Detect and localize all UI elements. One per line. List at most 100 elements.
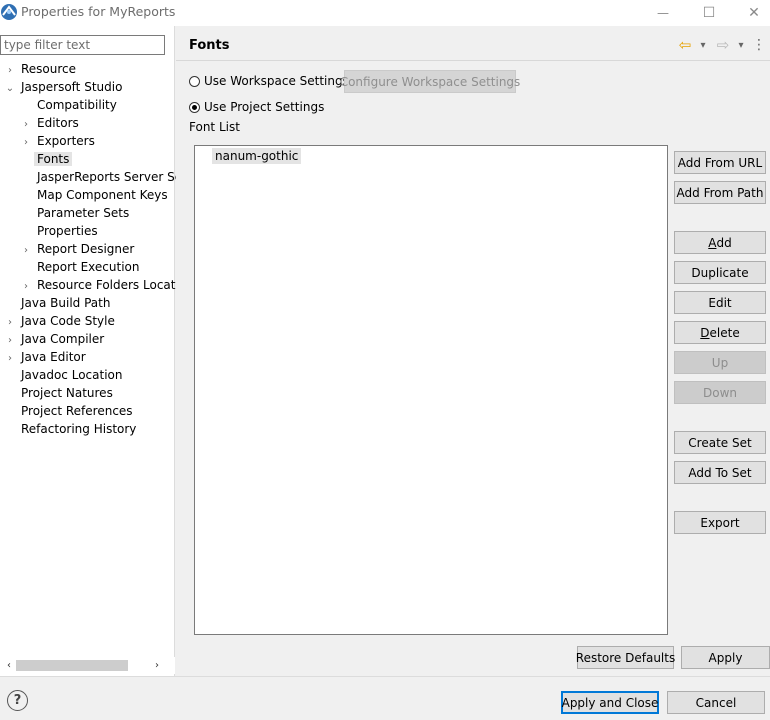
tree-horizontal-scrollbar[interactable]: ‹ › [0, 657, 175, 674]
duplicate-button[interactable]: Duplicate [674, 261, 766, 284]
tree-item[interactable]: › Resource [0, 60, 177, 78]
maximize-button[interactable]: ☐ [686, 0, 732, 26]
header-separator [176, 60, 770, 61]
close-icon: ✕ [748, 5, 760, 21]
chevron-right-icon[interactable]: › [18, 134, 34, 150]
chevron-right-icon[interactable]: › [2, 314, 18, 330]
cancel-button[interactable]: Cancel [667, 691, 765, 714]
chevron-right-icon[interactable]: › [2, 62, 18, 78]
tree-item-label: Fonts [34, 152, 73, 166]
minimize-icon: — [657, 6, 669, 20]
apply-and-close-button[interactable]: Apply and Close [561, 691, 659, 714]
use-workspace-settings-label: Use Workspace Settings [204, 74, 349, 88]
radio-off-icon [189, 75, 200, 87]
down-button[interactable]: Down [674, 381, 766, 404]
tree-item[interactable]: Javadoc Location [0, 366, 177, 384]
tree-item-label: Java Build Path [21, 296, 111, 310]
font-list[interactable]: nanum-gothic [194, 145, 668, 635]
delete-label: elete [709, 325, 740, 340]
tree-item-label: Editors [37, 116, 79, 130]
tree-item-label: Properties [37, 224, 98, 238]
tree-item[interactable]: Project Natures [0, 384, 177, 402]
tree-item-label: JasperReports Server Set [37, 170, 187, 184]
use-project-settings-label: Use Project Settings [204, 100, 325, 114]
tree-item-label: Resource Folders Locatic [37, 278, 186, 292]
scroll-right-arrow-icon[interactable]: › [150, 657, 164, 674]
tree-item[interactable]: Map Component Keys [0, 186, 193, 204]
chevron-right-icon[interactable]: › [18, 278, 34, 294]
tree-item[interactable]: Project References [0, 402, 177, 420]
chevron-down-icon[interactable]: ⌄ [2, 80, 18, 96]
font-list-item[interactable]: nanum-gothic [212, 148, 302, 164]
apply-button[interactable]: Apply [681, 646, 770, 669]
tree-item[interactable]: Report Execution [0, 258, 193, 276]
tree-item[interactable]: Parameter Sets [0, 204, 193, 222]
tree-item[interactable]: › Exporters [0, 132, 193, 150]
tree-item-label: Jaspersoft Studio [21, 80, 123, 94]
tree-item-label: Java Code Style [21, 314, 115, 328]
add-button[interactable]: Add [674, 231, 766, 254]
delete-button[interactable]: Delete [674, 321, 766, 344]
back-arrow-icon[interactable]: ⇦ [676, 36, 694, 54]
add-from-url-button[interactable]: Add From URL [674, 151, 766, 174]
delete-mnemonic: D [700, 325, 710, 340]
add-mnemonic: A [708, 235, 717, 250]
preference-tree: › Resource ⌄ Jaspersoft Studio Compatibility… [0, 60, 193, 438]
page-title: Fonts [189, 38, 230, 53]
use-workspace-settings-radio[interactable]: Use Workspace Settings [189, 72, 349, 90]
tree-item[interactable]: Properties [0, 222, 193, 240]
tree-item[interactable]: JasperReports Server Set [0, 168, 193, 186]
maximize-icon: ☐ [702, 5, 716, 21]
tree-item[interactable]: Compatibility [0, 96, 193, 114]
tree-item[interactable]: › Report Designer [0, 240, 193, 258]
tree-item-label: Javadoc Location [21, 368, 123, 382]
tree-item[interactable]: › Java Editor [0, 348, 177, 366]
window-title: Properties for MyReports [21, 4, 176, 19]
back-menu-icon[interactable]: ▾ [697, 36, 709, 54]
restore-defaults-button[interactable]: Restore Defaults [576, 646, 675, 669]
help-icon[interactable]: ? [7, 690, 28, 711]
scroll-left-arrow-icon[interactable]: ‹ [2, 657, 16, 674]
tree-item-label: Compatibility [37, 98, 117, 112]
tree-item[interactable]: › Editors [0, 114, 193, 132]
close-button[interactable]: ✕ [731, 0, 770, 26]
tree-item[interactable]: ⌄ Jaspersoft Studio [0, 78, 177, 96]
filter-input[interactable] [0, 35, 165, 55]
tree-item-label: Project Natures [21, 386, 113, 400]
tree-item-label: Java Editor [21, 350, 86, 364]
tree-item[interactable]: Fonts [0, 150, 193, 168]
tree-item[interactable]: › Java Compiler [0, 330, 177, 348]
minimize-button[interactable]: — [640, 0, 686, 26]
add-to-set-button[interactable]: Add To Set [674, 461, 766, 484]
export-button[interactable]: Export [674, 511, 766, 534]
edit-button[interactable]: Edit [674, 291, 766, 314]
chevron-right-icon[interactable]: › [18, 242, 34, 258]
tree-item[interactable]: Refactoring History [0, 420, 177, 438]
tree-item[interactable]: › Resource Folders Locatic [0, 276, 193, 294]
configure-workspace-settings-button[interactable]: Configure Workspace Settings [340, 70, 520, 93]
forward-menu-icon[interactable]: ▾ [735, 36, 747, 54]
tree-item[interactable]: Java Build Path [0, 294, 177, 312]
tree-item[interactable]: › Java Code Style [0, 312, 177, 330]
create-set-button[interactable]: Create Set [674, 431, 766, 454]
add-label: dd [716, 235, 732, 250]
tree-item-label: Map Component Keys [37, 188, 168, 202]
chevron-right-icon[interactable]: › [2, 332, 18, 348]
tree-item-label: Project References [21, 404, 133, 418]
tree-item-label: Parameter Sets [37, 206, 130, 220]
tree-item-label: Java Compiler [21, 332, 105, 346]
use-project-settings-radio[interactable]: Use Project Settings [189, 98, 324, 116]
tree-item-label: Refactoring History [21, 422, 137, 436]
font-list-label: Font List [189, 120, 240, 134]
tree-item-label: Exporters [37, 134, 95, 148]
tree-item-label: Report Designer [37, 242, 135, 256]
up-button[interactable]: Up [674, 351, 766, 374]
tree-item-label: Resource [21, 62, 77, 76]
view-menu-icon[interactable]: ⋮ [752, 36, 766, 54]
chevron-right-icon[interactable]: › [2, 350, 18, 366]
scrollbar-thumb[interactable] [16, 660, 128, 671]
forward-arrow-icon[interactable]: ⇨ [714, 36, 732, 54]
add-from-path-button[interactable]: Add From Path [674, 181, 766, 204]
app-icon [1, 4, 17, 20]
chevron-right-icon[interactable]: › [18, 116, 34, 132]
